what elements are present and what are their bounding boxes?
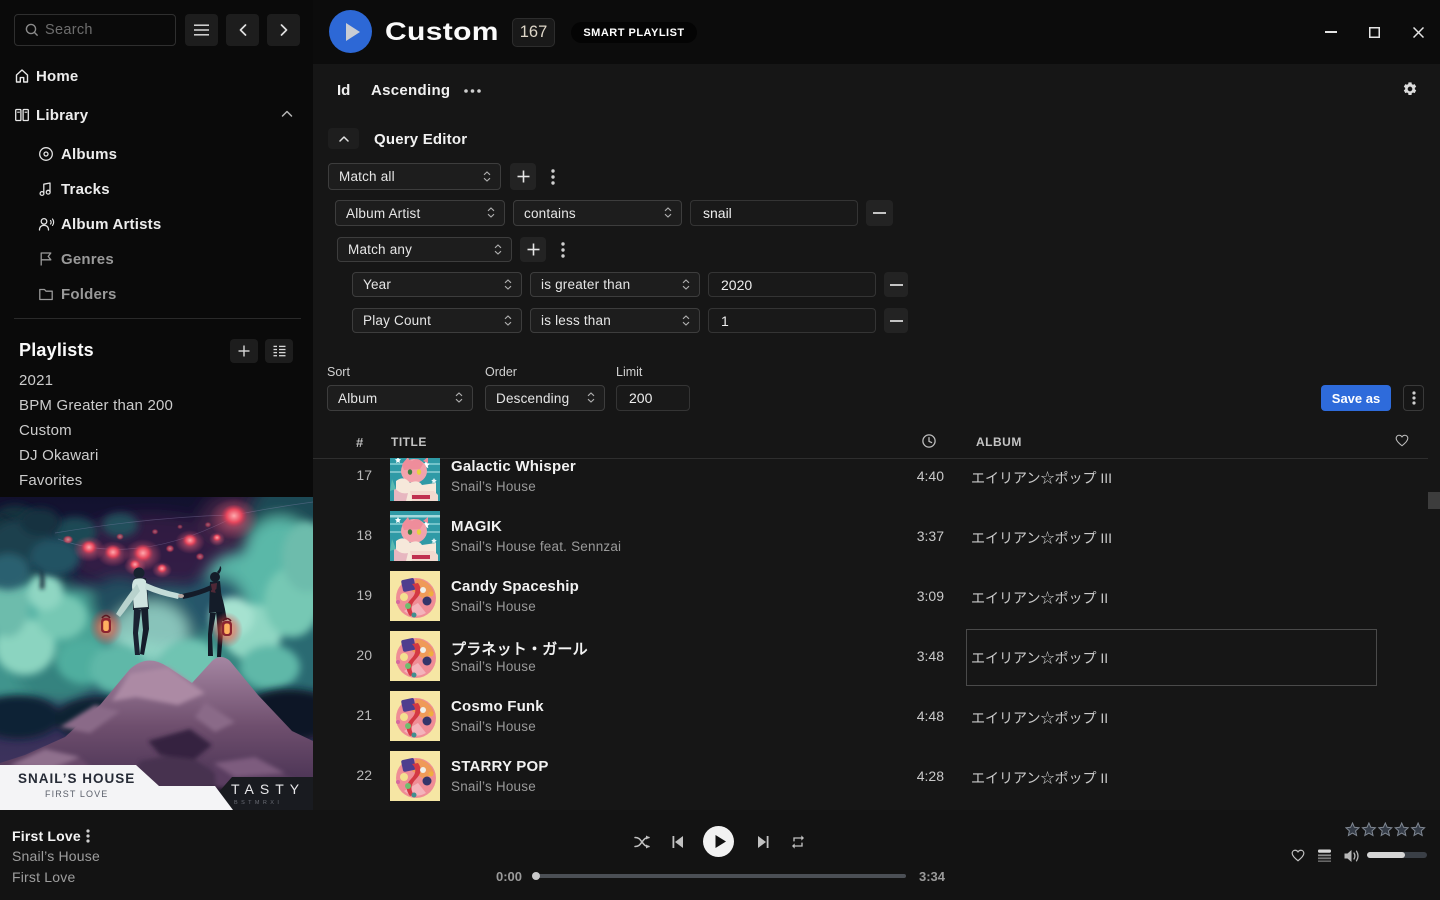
svg-text:TASTY: TASTY (231, 781, 305, 797)
svg-text:FIRST LOVE: FIRST LOVE (45, 789, 108, 799)
svg-text:SNAIL’S HOUSE: SNAIL’S HOUSE (18, 771, 135, 786)
svg-text:BSTMRXI: BSTMRXI (234, 800, 282, 806)
